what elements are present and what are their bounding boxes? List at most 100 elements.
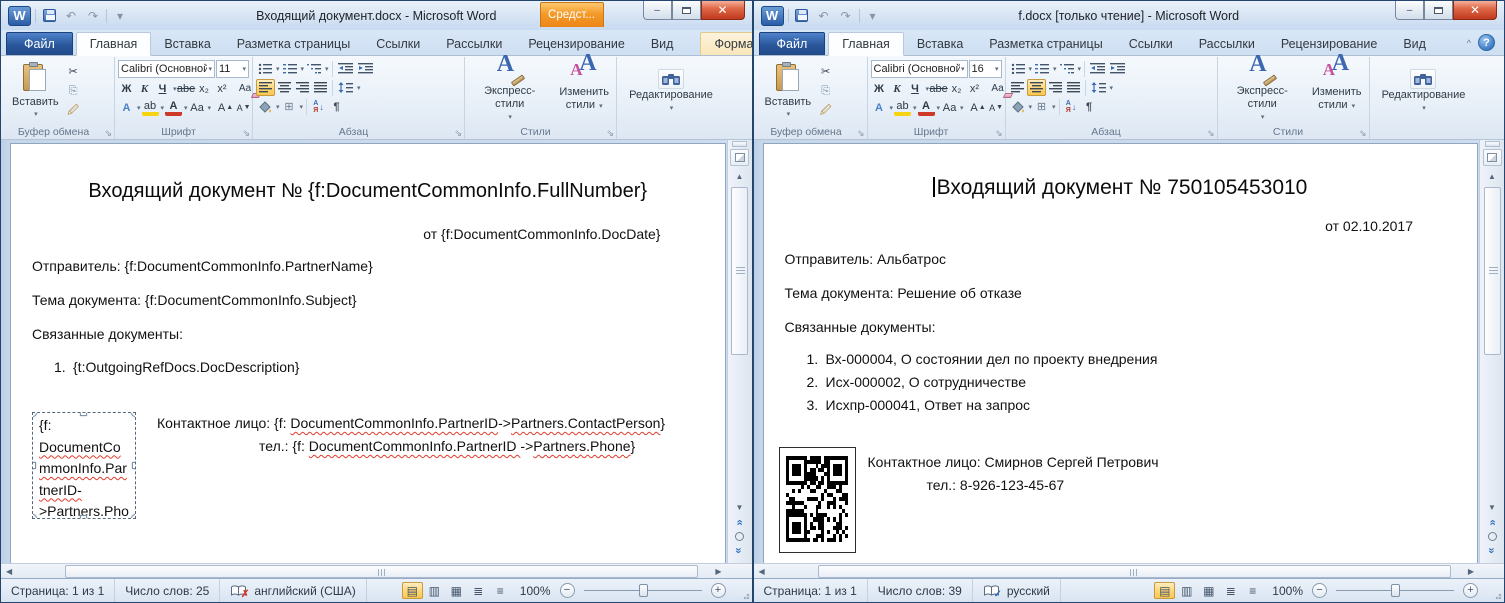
- language-indicator[interactable]: ✗ английский (США): [220, 579, 366, 602]
- view-fullscreen-button[interactable]: ▥: [1176, 582, 1197, 599]
- align-center-button[interactable]: [1027, 79, 1046, 96]
- title-bar[interactable]: W ↶ ↷ ▾ f.docx [только чтение] - Microso…: [754, 1, 1505, 30]
- tab-home[interactable]: Главная: [76, 32, 152, 56]
- borders-button[interactable]: ⊞: [281, 98, 298, 115]
- doc-phone-line[interactable]: тел.: 8-926-123-45-67: [927, 477, 1065, 493]
- scroll-track[interactable]: [770, 565, 1463, 578]
- tab-references[interactable]: Ссылки: [1116, 33, 1186, 55]
- view-draft-button[interactable]: ≡: [1242, 582, 1263, 599]
- tab-format[interactable]: Формат: [701, 33, 752, 55]
- zoom-level[interactable]: 100%: [520, 584, 551, 598]
- paste-button[interactable]: Вставить ▾: [6, 59, 65, 125]
- strikethrough-button[interactable]: abe: [178, 80, 195, 97]
- resize-handle-w[interactable]: [32, 462, 36, 469]
- tab-page-layout[interactable]: Разметка страницы: [224, 33, 363, 55]
- format-painter-button[interactable]: 🖉: [65, 103, 82, 120]
- tab-insert[interactable]: Вставка: [904, 33, 976, 55]
- qr-code-image[interactable]: [779, 447, 856, 553]
- tab-view[interactable]: Вид: [638, 33, 687, 55]
- document-page[interactable]: Входящий документ № {f:DocumentCommonInf…: [10, 143, 726, 563]
- doc-contact-line[interactable]: Контактное лицо: Смирнов Сергей Петрович: [868, 454, 1159, 470]
- bullets-button[interactable]: [1009, 60, 1027, 77]
- undo-button[interactable]: ↶: [62, 7, 80, 24]
- doc-subject-line[interactable]: Тема документа: Решение об отказе: [785, 285, 1022, 301]
- view-fullscreen-button[interactable]: ▥: [424, 582, 445, 599]
- view-web-layout-button[interactable]: ▦: [1198, 582, 1219, 599]
- scroll-thumb[interactable]: [1484, 187, 1501, 355]
- format-painter-button[interactable]: 🖉: [817, 103, 834, 120]
- superscript-button[interactable]: x²: [214, 80, 231, 97]
- next-page-button[interactable]: «: [1488, 547, 1497, 553]
- show-paragraph-marks-button[interactable]: ¶: [1081, 98, 1098, 115]
- maximize-button[interactable]: [1424, 1, 1453, 20]
- select-browse-object-button[interactable]: [1488, 532, 1497, 541]
- cut-button[interactable]: ✂: [817, 63, 834, 80]
- align-right-button[interactable]: [1047, 79, 1064, 96]
- zoom-in-button[interactable]: +: [711, 583, 726, 598]
- word-count[interactable]: Число слов: 25: [115, 579, 220, 602]
- minimize-button[interactable]: –: [1395, 1, 1424, 20]
- dialog-launcher-icon[interactable]: ⇘: [1207, 129, 1215, 138]
- horizontal-scrollbar[interactable]: ◀ ▶: [1, 563, 752, 578]
- subscript-button[interactable]: x₂: [948, 80, 965, 97]
- scroll-thumb[interactable]: [731, 187, 748, 355]
- change-case-button[interactable]: Аа: [189, 99, 206, 116]
- collapse-ribbon-icon[interactable]: ^: [1467, 38, 1471, 48]
- editing-button[interactable]: Редактирование ▾: [1378, 68, 1470, 116]
- view-print-layout-button[interactable]: ▤: [402, 582, 423, 599]
- doc-related-label[interactable]: Связанные документы:: [785, 319, 936, 335]
- font-size-combo[interactable]: 11▾: [216, 60, 249, 78]
- vertical-scrollbar[interactable]: ▲ ▼ « «: [727, 140, 752, 563]
- scroll-track[interactable]: [17, 565, 710, 578]
- scroll-right-arrow[interactable]: ▶: [710, 567, 726, 576]
- view-print-layout-button[interactable]: ▤: [1154, 582, 1175, 599]
- align-left-button[interactable]: [1009, 79, 1026, 96]
- tab-references[interactable]: Ссылки: [363, 33, 433, 55]
- underline-button[interactable]: Ч: [907, 80, 924, 97]
- increase-indent-button[interactable]: [1108, 60, 1127, 77]
- change-case-button[interactable]: Аа: [941, 99, 958, 116]
- dialog-launcher-icon[interactable]: ⇘: [454, 129, 462, 138]
- redo-button[interactable]: ↷: [84, 7, 102, 24]
- view-outline-button[interactable]: ≣: [1220, 582, 1241, 599]
- scroll-thumb[interactable]: [65, 565, 698, 578]
- resize-handle-sw[interactable]: [32, 514, 37, 519]
- dialog-launcher-icon[interactable]: ⇘: [242, 129, 250, 138]
- language-indicator[interactable]: ✓ русский: [973, 579, 1061, 602]
- zoom-in-button[interactable]: +: [1463, 583, 1478, 598]
- align-right-button[interactable]: [294, 79, 311, 96]
- tab-review[interactable]: Рецензирование: [1268, 33, 1391, 55]
- quick-styles-button[interactable]: A Экспресс-стили ▾: [1221, 59, 1304, 125]
- scroll-down-arrow[interactable]: ▼: [1488, 501, 1496, 514]
- doc-date-line[interactable]: от 02.10.2017: [1325, 218, 1413, 234]
- copy-button[interactable]: ⎘: [817, 83, 834, 100]
- list-item[interactable]: {t:OutgoingRefDocs.DocDescription}: [73, 359, 299, 375]
- shading-button[interactable]: [256, 98, 274, 115]
- scroll-left-arrow[interactable]: ◀: [754, 567, 770, 576]
- doc-date-line[interactable]: от {f:DocumentCommonInfo.DocDate}: [423, 226, 660, 242]
- document-page[interactable]: Входящий документ № 750105453010 от 02.1…: [763, 143, 1479, 563]
- page-indicator[interactable]: Страница: 1 из 1: [1, 579, 115, 602]
- dialog-launcher-icon[interactable]: ⇘: [606, 129, 614, 138]
- view-draft-button[interactable]: ≡: [490, 582, 511, 599]
- resize-handle-se[interactable]: [131, 514, 136, 519]
- bold-button[interactable]: Ж: [871, 80, 888, 97]
- split-handle[interactable]: [732, 141, 747, 147]
- tab-review[interactable]: Рецензирование: [515, 33, 638, 55]
- quick-styles-button[interactable]: A Экспресс-стили ▾: [468, 59, 551, 125]
- save-button[interactable]: [793, 7, 811, 24]
- vertical-scrollbar[interactable]: ▲ ▼ « «: [1479, 140, 1504, 563]
- scroll-left-arrow[interactable]: ◀: [1, 567, 17, 576]
- tab-view[interactable]: Вид: [1390, 33, 1439, 55]
- line-spacing-button[interactable]: [1089, 79, 1108, 96]
- view-web-layout-button[interactable]: ▦: [446, 582, 467, 599]
- doc-title[interactable]: Входящий документ № {f:DocumentCommonInf…: [11, 180, 725, 203]
- zoom-slider[interactable]: [584, 583, 702, 598]
- undo-button[interactable]: ↶: [815, 7, 833, 24]
- editing-button[interactable]: Редактирование ▾: [625, 68, 717, 116]
- qat-customize-button[interactable]: ▾: [111, 7, 129, 24]
- split-handle[interactable]: [1485, 141, 1500, 147]
- dialog-launcher-icon[interactable]: ⇘: [104, 129, 112, 138]
- zoom-slider-thumb[interactable]: [1391, 584, 1400, 597]
- word-logo-icon[interactable]: W: [8, 6, 31, 26]
